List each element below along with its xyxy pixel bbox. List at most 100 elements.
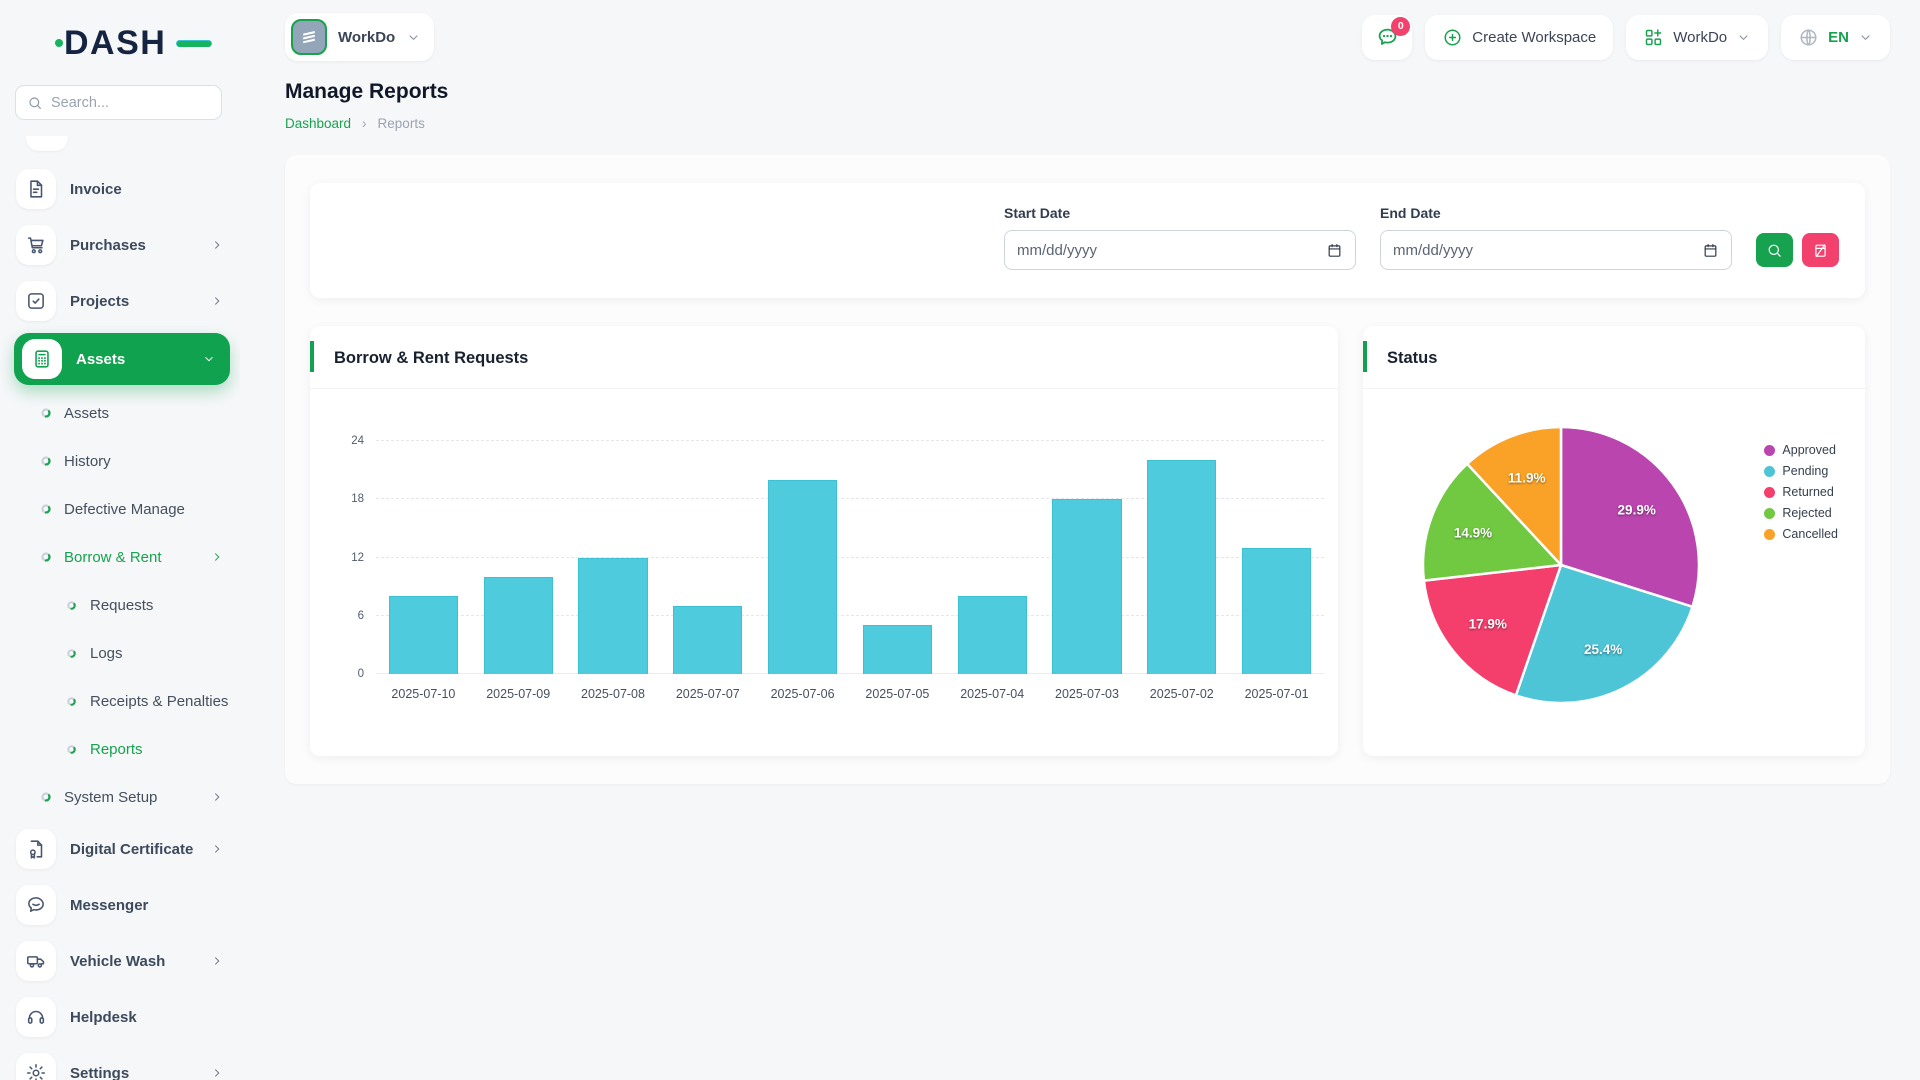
sidebar-item-label: Vehicle Wash bbox=[70, 953, 196, 970]
dash-logo: DASH bbox=[64, 24, 194, 63]
workdo-dropdown[interactable]: WorkDo bbox=[1626, 15, 1768, 60]
x-axis-tick-label: 2025-07-04 bbox=[945, 687, 1040, 701]
legend-label: Rejected bbox=[1782, 506, 1831, 520]
workspace-selector[interactable]: WorkDo bbox=[285, 13, 434, 61]
x-axis-tick-label: 2025-07-06 bbox=[755, 687, 850, 701]
app-root: DASH Invoice Purchases Projects Assets Asset… bbox=[0, 0, 1920, 1080]
sidebar-item-system-setup[interactable]: System Setup bbox=[0, 773, 240, 821]
end-date-input[interactable]: mm/dd/yyyy bbox=[1380, 230, 1732, 270]
sidebar-item-helpdesk[interactable]: Helpdesk bbox=[0, 989, 240, 1045]
bar-column-2025-07-03 bbox=[1040, 441, 1135, 674]
sidebar-item-history[interactable]: History bbox=[0, 437, 240, 485]
bullet-icon bbox=[40, 455, 52, 467]
y-axis-tick-label: 12 bbox=[351, 552, 364, 564]
legend-item-cancelled[interactable]: Cancelled bbox=[1764, 527, 1838, 541]
logo-dot-icon bbox=[55, 39, 63, 47]
topbar: WorkDo 0 Create Workspace WorkDo bbox=[285, 0, 1890, 74]
sidebar-item-defective-manage[interactable]: Defective Manage bbox=[0, 485, 240, 533]
sidebar-item-label: Projects bbox=[70, 293, 196, 310]
create-workspace-label: Create Workspace bbox=[1472, 29, 1596, 46]
pie-slice-label: 25.4% bbox=[1584, 642, 1622, 657]
filter-buttons bbox=[1756, 233, 1839, 270]
calendar-icon[interactable] bbox=[1702, 242, 1719, 259]
sidebar-item-invoice[interactable]: Invoice bbox=[0, 161, 240, 217]
bullet-icon bbox=[40, 407, 52, 419]
x-axis-tick-label: 2025-07-03 bbox=[1040, 687, 1135, 701]
reset-filter-button[interactable] bbox=[1802, 233, 1839, 267]
pie-graphic: 29.9%25.4%17.9%14.9%11.9% bbox=[1411, 415, 1711, 715]
legend-label: Cancelled bbox=[1782, 527, 1838, 541]
create-workspace-button[interactable]: Create Workspace bbox=[1425, 15, 1613, 60]
plus-circle-icon bbox=[1442, 27, 1463, 48]
chat-button[interactable]: 0 bbox=[1362, 15, 1412, 60]
partial-menu-item[interactable] bbox=[26, 136, 68, 151]
sidebar-item-digital-certificate[interactable]: Digital Certificate bbox=[0, 821, 240, 877]
sidebar-item-settings[interactable]: Settings bbox=[0, 1045, 240, 1080]
certificate-icon bbox=[16, 829, 56, 869]
legend-item-approved[interactable]: Approved bbox=[1764, 443, 1838, 457]
apply-filter-button[interactable] bbox=[1756, 233, 1793, 267]
logo-text: DASH bbox=[64, 24, 166, 62]
bullet-icon bbox=[40, 503, 52, 515]
x-axis-tick-label: 2025-07-02 bbox=[1134, 687, 1229, 701]
breadcrumb: Dashboard › Reports bbox=[285, 116, 1890, 131]
sidebar-item-assets[interactable]: Assets bbox=[14, 333, 230, 385]
sidebar-item-label: Invoice bbox=[70, 181, 224, 198]
pie-chart-title: Status bbox=[1363, 326, 1865, 389]
sidebar: DASH Invoice Purchases Projects Assets Asset… bbox=[0, 0, 240, 1080]
bar-column-2025-07-01 bbox=[1229, 441, 1324, 674]
purchases-icon bbox=[16, 225, 56, 265]
bar-2025-07-01 bbox=[1242, 548, 1311, 674]
sidebar-nav: Invoice Purchases Projects Assets Assets Hist… bbox=[0, 161, 240, 1080]
legend-item-returned[interactable]: Returned bbox=[1764, 485, 1838, 499]
sidebar-item-reports[interactable]: Reports bbox=[0, 725, 240, 773]
sidebar-item-requests[interactable]: Requests bbox=[0, 581, 240, 629]
calendar-icon[interactable] bbox=[1326, 242, 1343, 259]
sidebar-search[interactable] bbox=[15, 85, 222, 120]
bar-plot-area: 06121824 bbox=[376, 441, 1324, 674]
bar-chart-card: Borrow & Rent Requests 06121824 2025-07-… bbox=[310, 326, 1338, 756]
sidebar-item-borrow-rent[interactable]: Borrow & Rent bbox=[0, 533, 240, 581]
sidebar-item-label: Messenger bbox=[70, 897, 224, 914]
bar-column-2025-07-09 bbox=[471, 441, 566, 674]
x-axis-tick-label: 2025-07-10 bbox=[376, 687, 471, 701]
sidebar-item-receipts-penalties[interactable]: Receipts & Penalties bbox=[0, 677, 240, 725]
language-selector[interactable]: EN bbox=[1781, 15, 1890, 60]
search-input[interactable] bbox=[51, 95, 210, 111]
start-date-input[interactable]: mm/dd/yyyy bbox=[1004, 230, 1356, 270]
bar-column-2025-07-06 bbox=[755, 441, 850, 674]
sidebar-item-messenger[interactable]: Messenger bbox=[0, 877, 240, 933]
bar-2025-07-02 bbox=[1147, 460, 1216, 674]
legend-item-pending[interactable]: Pending bbox=[1764, 464, 1838, 478]
sidebar-item-purchases[interactable]: Purchases bbox=[0, 217, 240, 273]
legend-dot-icon bbox=[1764, 529, 1775, 540]
legend-dot-icon bbox=[1764, 466, 1775, 477]
start-date-label: Start Date bbox=[1004, 205, 1356, 221]
bar-2025-07-03 bbox=[1052, 499, 1121, 674]
vehicle-icon bbox=[16, 941, 56, 981]
sidebar-item-label: Logs bbox=[90, 645, 224, 662]
sidebar-item-assets[interactable]: Assets bbox=[0, 389, 240, 437]
charts-row: Borrow & Rent Requests 06121824 2025-07-… bbox=[310, 326, 1865, 756]
sidebar-item-label: Receipts & Penalties bbox=[90, 693, 228, 710]
bar-column-2025-07-04 bbox=[945, 441, 1040, 674]
chevron-right-icon bbox=[210, 294, 224, 308]
x-axis-tick-label: 2025-07-05 bbox=[850, 687, 945, 701]
sidebar-item-label: Assets bbox=[64, 405, 224, 422]
legend-item-rejected[interactable]: Rejected bbox=[1764, 506, 1838, 520]
globe-icon bbox=[1798, 27, 1819, 48]
bar-chart-title: Borrow & Rent Requests bbox=[310, 326, 1338, 389]
y-axis-tick-label: 6 bbox=[358, 610, 364, 622]
sidebar-item-logs[interactable]: Logs bbox=[0, 629, 240, 677]
legend-label: Pending bbox=[1782, 464, 1828, 478]
breadcrumb-dashboard-link[interactable]: Dashboard bbox=[285, 116, 351, 131]
sidebar-item-vehicle-wash[interactable]: Vehicle Wash bbox=[0, 933, 240, 989]
sidebar-item-projects[interactable]: Projects bbox=[0, 273, 240, 329]
legend-label: Approved bbox=[1782, 443, 1836, 457]
sidebar-item-label: Helpdesk bbox=[70, 1009, 224, 1026]
pie-slice-label: 17.9% bbox=[1469, 617, 1507, 632]
bar-2025-07-04 bbox=[958, 596, 1027, 674]
sidebar-menu: Invoice Purchases Projects Assets Assets Hist… bbox=[0, 136, 240, 1080]
chevron-right-icon bbox=[210, 790, 224, 804]
y-axis-tick-label: 18 bbox=[351, 493, 364, 505]
